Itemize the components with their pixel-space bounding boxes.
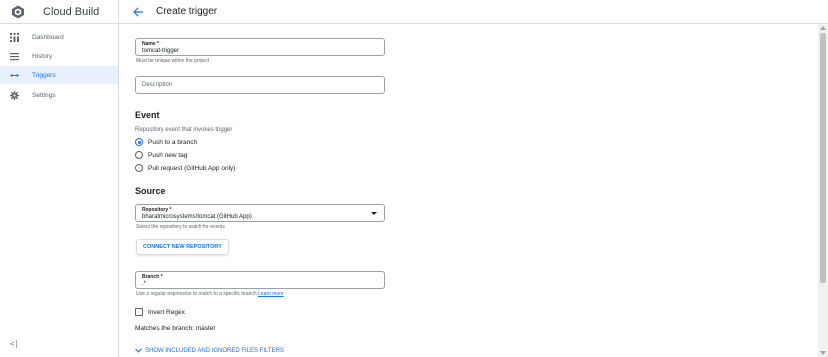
sidebar-item-history[interactable]: History — [0, 47, 118, 65]
name-field-value: tomcat-trigger — [142, 48, 180, 54]
sidebar-item-settings[interactable]: Settings — [0, 86, 118, 104]
scroll-up-arrow-icon[interactable] — [820, 26, 826, 30]
radio-push-branch[interactable]: Push to a branch — [135, 138, 197, 146]
name-field[interactable]: Name * tomcat-trigger — [135, 38, 385, 56]
sidebar-item-dashboard[interactable]: Dashboard — [0, 28, 118, 46]
checkbox-label: Invert Regex — [148, 308, 185, 316]
sidebar-item-triggers[interactable]: Triggers — [0, 66, 118, 84]
sidebar-item-label: History — [32, 52, 53, 60]
vertical-scrollbar[interactable] — [818, 24, 828, 357]
radio-button-checked[interactable] — [135, 138, 143, 146]
description-field[interactable]: Description — [135, 76, 385, 94]
cloud-build-logo-icon — [12, 5, 24, 18]
event-subtitle: Repository event that invokes trigger — [135, 127, 233, 133]
radio-push-tag[interactable]: Push new tag — [135, 151, 187, 159]
description-placeholder: Description — [142, 82, 173, 88]
sidebar-item-label: Triggers — [32, 71, 56, 79]
branch-value: .* — [142, 281, 147, 287]
show-filters-label: SHOW INCLUDED AND IGNORED FILES FILTERS — [145, 347, 284, 354]
event-section-title: Event — [135, 110, 160, 120]
triggers-arrow-icon — [10, 71, 19, 80]
page-title: Create trigger — [156, 6, 218, 17]
source-section-title: Source — [135, 186, 166, 196]
radio-label: Push new tag — [148, 151, 188, 159]
show-filters-toggle[interactable]: SHOW INCLUDED AND IGNORED FILES FILTERS — [135, 347, 284, 354]
repository-value: bharatmicrosystems/tomcat (GitHub App) — [142, 214, 252, 220]
invert-regex-checkbox[interactable]: Invert Regex — [135, 308, 185, 316]
checkbox[interactable] — [135, 308, 143, 316]
scroll-down-arrow-icon[interactable] — [820, 351, 826, 355]
history-list-icon — [10, 52, 19, 61]
name-hint: Must be unique within the project — [136, 58, 210, 64]
radio-button[interactable] — [135, 164, 143, 172]
repository-hint: Select the repository to watch for event… — [136, 224, 225, 230]
branch-field[interactable]: Branch * .* — [135, 271, 385, 289]
branch-hint-text: Use a regular expression to match to a s… — [136, 291, 257, 297]
sidebar-item-label: Dashboard — [32, 33, 64, 41]
app-title: Cloud Build — [43, 5, 100, 18]
sidebar-header: Cloud Build — [0, 0, 118, 24]
radio-label: Push to a branch — [148, 138, 198, 146]
main-content: Name * tomcat-trigger Must be unique wit… — [119, 24, 818, 357]
page-header: Create trigger — [119, 0, 828, 24]
dropdown-arrow-icon — [371, 212, 377, 215]
radio-button[interactable] — [135, 151, 143, 159]
name-field-label: Name * — [142, 41, 159, 47]
dashboard-icon — [10, 32, 19, 42]
learn-more-link[interactable]: Learn more — [258, 291, 284, 297]
gear-icon — [10, 90, 19, 100]
sidebar-item-label: Settings — [32, 91, 56, 99]
radio-label: Pull request (GitHub App only) — [148, 164, 236, 172]
chevron-down-icon — [135, 348, 142, 353]
radio-pull-request[interactable]: Pull request (GitHub App only) — [135, 164, 235, 172]
repository-label: Repository * — [142, 207, 172, 213]
scrollbar-thumb[interactable] — [820, 33, 826, 283]
back-arrow-icon[interactable] — [133, 6, 143, 17]
collapse-sidebar-button[interactable]: <| — [10, 340, 18, 348]
repository-select[interactable]: Repository * bharatmicrosystems/tomcat (… — [135, 204, 385, 222]
branch-matches-text: Matches the branch: master — [135, 325, 216, 332]
branch-hint: Use a regular expression to match to a s… — [136, 291, 284, 297]
connect-repository-button[interactable]: CONNECT NEW REPOSITORY — [136, 239, 229, 255]
sidebar: Cloud Build Dashboard History Triggers S… — [0, 0, 119, 357]
branch-label: Branch * — [142, 274, 163, 280]
